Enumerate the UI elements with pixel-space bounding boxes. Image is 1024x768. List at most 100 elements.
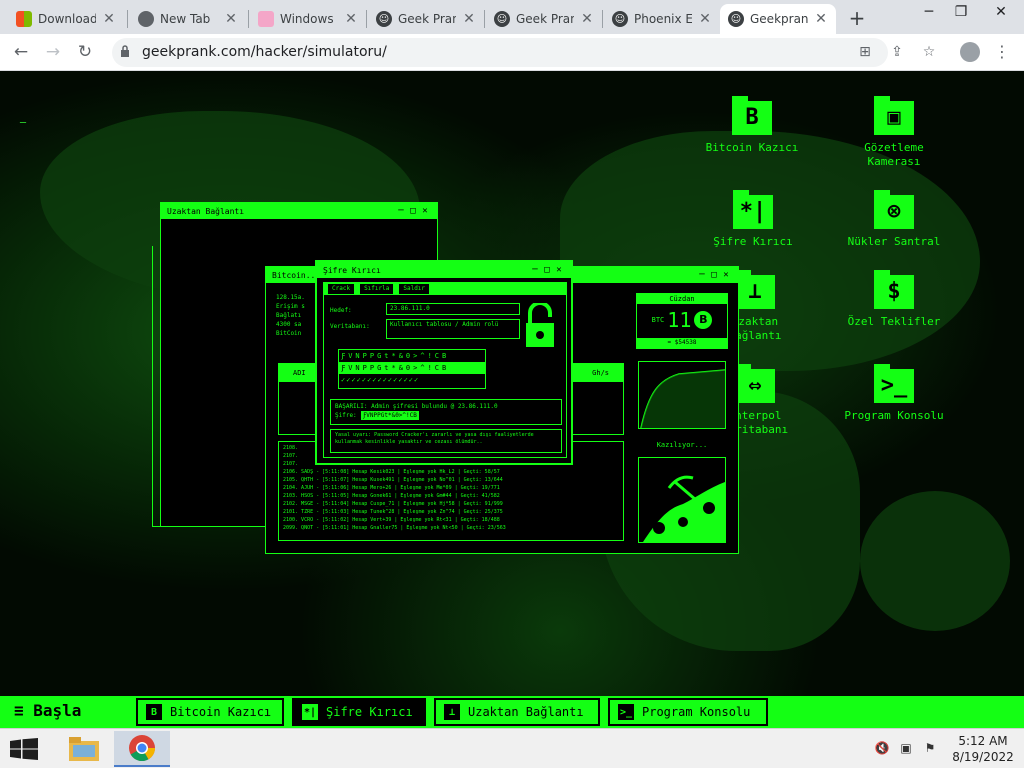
- minimize-icon[interactable]: ─: [395, 206, 407, 216]
- maximize-icon[interactable]: □: [541, 265, 553, 275]
- close-icon[interactable]: ✕: [462, 11, 476, 27]
- char-grid: ƑVNPPGt*&0>^!CB ƑVNPPGt*&0>^!CB ✓✓✓✓✓✓✓✓…: [338, 349, 486, 389]
- tab-download[interactable]: Download ✕: [8, 4, 124, 34]
- info-line: Erişim s: [276, 303, 305, 310]
- table-header: Gh/s: [592, 369, 609, 377]
- browser-toolbar: ← → ↻ geekprank.com/hacker/simulatoru/ ⊞…: [0, 34, 1024, 71]
- page-icon: [258, 11, 274, 27]
- tab-label: Download: [38, 12, 96, 26]
- minimize-icon[interactable]: ─: [918, 4, 940, 20]
- taskbar-bitcoin[interactable]: B Bitcoin Kazıcı: [136, 698, 284, 726]
- new-tab-button[interactable]: +: [846, 6, 868, 30]
- desktop-icon-console[interactable]: >_ Program Konsolu: [834, 364, 954, 423]
- back-arrow-icon[interactable]: ←: [10, 42, 32, 62]
- taskbar-remote[interactable]: ⊥ Uzaktan Bağlantı: [434, 698, 600, 726]
- window-titlebar[interactable]: Uzaktan Bağlantı ─ □ ✕: [161, 203, 437, 219]
- minimize-icon[interactable]: ─: [696, 270, 708, 280]
- tab-geek-prank-1[interactable]: ☺ Geek Pran ✕: [368, 4, 484, 34]
- close-icon[interactable]: ✕: [344, 11, 358, 27]
- desktop-icon-label: Gözetleme Kamerası: [864, 141, 924, 168]
- file-explorer-icon[interactable]: [56, 731, 112, 767]
- hacker-taskbar: ≡ Başla B Bitcoin Kazıcı *| Şifre Kırıcı…: [0, 696, 1024, 728]
- menu-kebab-icon[interactable]: ⋮: [994, 42, 1010, 61]
- close-icon[interactable]: ✕: [419, 206, 431, 216]
- start-button[interactable]: ≡ Başla: [14, 701, 81, 720]
- bitcoin-coin-icon: B: [694, 311, 713, 329]
- close-icon[interactable]: ✕: [814, 11, 828, 27]
- clock-date: 8/19/2022: [952, 750, 1014, 764]
- reset-button[interactable]: Sıfırla: [360, 284, 394, 294]
- notification-icon[interactable]: ⚑: [922, 741, 938, 755]
- taskbar-password-cracker[interactable]: *| Şifre Kırıcı: [292, 698, 426, 726]
- network-icon[interactable]: ▣: [898, 741, 914, 755]
- console-folder-icon: >_: [874, 364, 914, 403]
- desktop-icon-camera[interactable]: ▣ Gözetleme Kamerası: [834, 96, 954, 169]
- crack-button[interactable]: Crack: [328, 284, 355, 294]
- bookmark-star-icon[interactable]: ☆: [920, 44, 938, 60]
- forward-arrow-icon[interactable]: →: [42, 42, 64, 62]
- desktop-icon-password-cracker[interactable]: *| Şifre Kırıcı: [698, 190, 808, 249]
- speaker-muted-icon[interactable]: 🔇: [874, 741, 890, 755]
- windows-start-icon[interactable]: [10, 738, 38, 760]
- close-icon[interactable]: ✕: [720, 270, 732, 280]
- table-header: ADI: [293, 369, 306, 377]
- profile-avatar-icon[interactable]: [960, 42, 980, 62]
- tab-label: New Tab: [160, 12, 211, 26]
- tab-label: Windows: [280, 12, 334, 26]
- database-field[interactable]: Kullanıcı tablosu / Admin rolü: [386, 319, 520, 339]
- translate-icon[interactable]: ⊞: [856, 44, 874, 60]
- chrome-taskbar-icon[interactable]: [114, 731, 170, 767]
- bitcoin-folder-icon: B: [732, 96, 772, 135]
- desktop-icon-nuclear[interactable]: ⊗ Nükler Santral: [834, 190, 954, 249]
- close-icon[interactable]: ✕: [553, 265, 565, 275]
- target-field[interactable]: 23.86.111.0: [386, 303, 520, 315]
- desktop-icon-label: Özel Teklifler: [847, 315, 941, 328]
- restore-icon[interactable]: ❐: [950, 4, 972, 20]
- tab-geekprank-active[interactable]: ☺ Geekprank ✕: [720, 4, 836, 34]
- tab-windows[interactable]: Windows ✕: [250, 4, 366, 34]
- tab-label: Geekprank: [750, 12, 808, 26]
- taskbar-console[interactable]: >_ Program Konsolu: [608, 698, 768, 726]
- balance-unit: BTC: [651, 316, 665, 324]
- log-line: 2100. VCRO - [5:11:02] Hesap Vert+39 | E…: [283, 517, 500, 523]
- close-icon[interactable]: ✕: [102, 11, 116, 27]
- desktop-icon-label: Nükler Santral: [847, 235, 941, 248]
- cracker-toolbar: Crack Sıfırla Saldır: [324, 283, 566, 295]
- password-cracker-window[interactable]: Şifre Kırıcı ─ □ ✕ Crack Sıfırla Saldır …: [315, 260, 573, 465]
- close-icon[interactable]: ✕: [698, 11, 712, 27]
- log-line: 2105. QHTH - [5:11:07] Hesap Kusek491 | …: [283, 477, 503, 483]
- window-shadow-edge: [152, 246, 160, 527]
- taskbar-label: Bitcoin Kazıcı: [170, 705, 272, 719]
- address-bar[interactable]: geekprank.com/hacker/simulatoru/ ⊞ ⇪ ☆: [112, 38, 935, 67]
- log-line: 2102. MSGE - [5:11:04] Hesap Cuspe_71 | …: [283, 501, 503, 507]
- attack-button[interactable]: Saldır: [399, 284, 430, 294]
- desktop-icon-bitcoin[interactable]: B Bitcoin Kazıcı: [690, 96, 814, 155]
- console-icon: >_: [618, 704, 634, 720]
- window-title: Şifre Kırıcı: [323, 265, 381, 275]
- share-icon[interactable]: ⇪: [888, 44, 906, 60]
- maximize-icon[interactable]: □: [708, 270, 720, 280]
- tab-geek-prank-2[interactable]: ☺ Geek Pran ✕: [486, 4, 602, 34]
- clock-time: 5:12 AM: [958, 734, 1008, 748]
- maximize-icon[interactable]: □: [407, 206, 419, 216]
- system-clock[interactable]: 5:12 AM 8/19/2022: [948, 733, 1018, 765]
- info-line: 128.15a.: [276, 294, 305, 301]
- hacker-desktop: _ B Bitcoin Kazıcı ▣ Gözetleme Kamerası …: [0, 71, 1024, 696]
- log-line: 2106. SADŞ - [5:11:08] Hesap Kesik023 | …: [283, 469, 500, 475]
- desktop-icon-offers[interactable]: $ Özel Teklifler: [834, 270, 954, 329]
- tab-divider: [127, 10, 128, 28]
- close-icon[interactable]: ✕: [580, 11, 594, 27]
- wallet-balance: BTC 11 B: [637, 310, 727, 330]
- mining-status: Kazılıyor...: [656, 441, 708, 449]
- map-landmass: [860, 491, 1010, 631]
- window-titlebar[interactable]: Şifre Kırıcı ─ □ ✕: [317, 262, 571, 278]
- tab-divider: [602, 10, 603, 28]
- close-icon[interactable]: ✕: [224, 11, 238, 27]
- tab-new-tab[interactable]: New Tab ✕: [130, 4, 246, 34]
- tab-phoenix[interactable]: ☺ Phoenix E ✕: [604, 4, 720, 34]
- minimize-icon[interactable]: ─: [529, 265, 541, 275]
- reload-icon[interactable]: ↻: [74, 42, 96, 62]
- taskbar-label: Uzaktan Bağlantı: [468, 705, 584, 719]
- window-close-icon[interactable]: ✕: [990, 4, 1012, 20]
- window-title: Uzaktan Bağlantı: [167, 206, 245, 216]
